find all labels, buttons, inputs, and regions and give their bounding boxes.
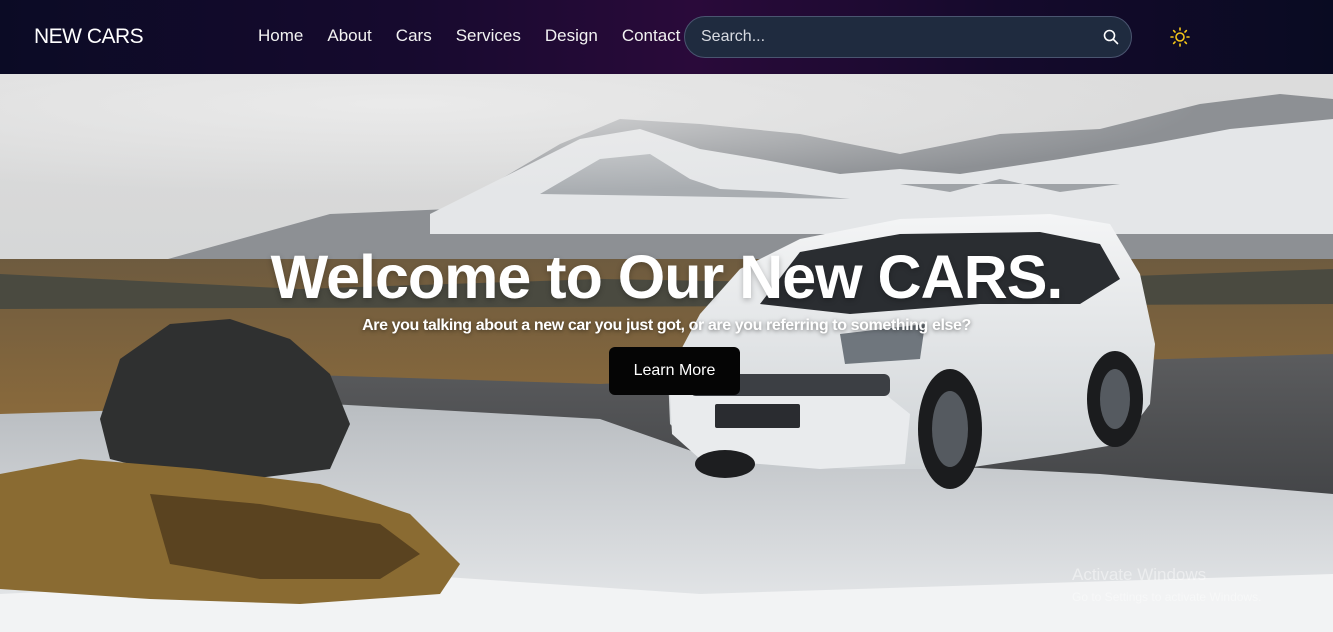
search-input[interactable] <box>701 17 1091 57</box>
windows-activation-subtitle: Go to Settings to activate Windows. <box>1072 590 1262 604</box>
navbar: NEW CARS Home About Cars Services Design… <box>0 0 1333 74</box>
nav-item-home[interactable]: Home <box>258 26 303 46</box>
hero-section: Welcome to Our New CARS. Are you talking… <box>0 74 1333 632</box>
hero-subtitle: Are you talking about a new car you just… <box>362 317 971 334</box>
sun-icon[interactable] <box>1170 27 1190 47</box>
nav-item-design[interactable]: Design <box>545 26 598 46</box>
nav-links: Home About Cars Services Design Contact <box>258 26 704 46</box>
nav-item-cars[interactable]: Cars <box>396 26 432 46</box>
learn-more-button[interactable]: Learn More <box>609 347 740 395</box>
search-bar <box>684 16 1132 58</box>
nav-item-about[interactable]: About <box>327 26 371 46</box>
brand-logo[interactable]: NEW CARS <box>34 25 144 49</box>
search-icon[interactable] <box>1103 29 1119 45</box>
hero-title: Welcome to Our New CARS. <box>270 243 1064 311</box>
nav-item-contact[interactable]: Contact <box>622 26 681 46</box>
windows-activation-title: Activate Windows <box>1072 565 1207 584</box>
nav-item-services[interactable]: Services <box>456 26 521 46</box>
